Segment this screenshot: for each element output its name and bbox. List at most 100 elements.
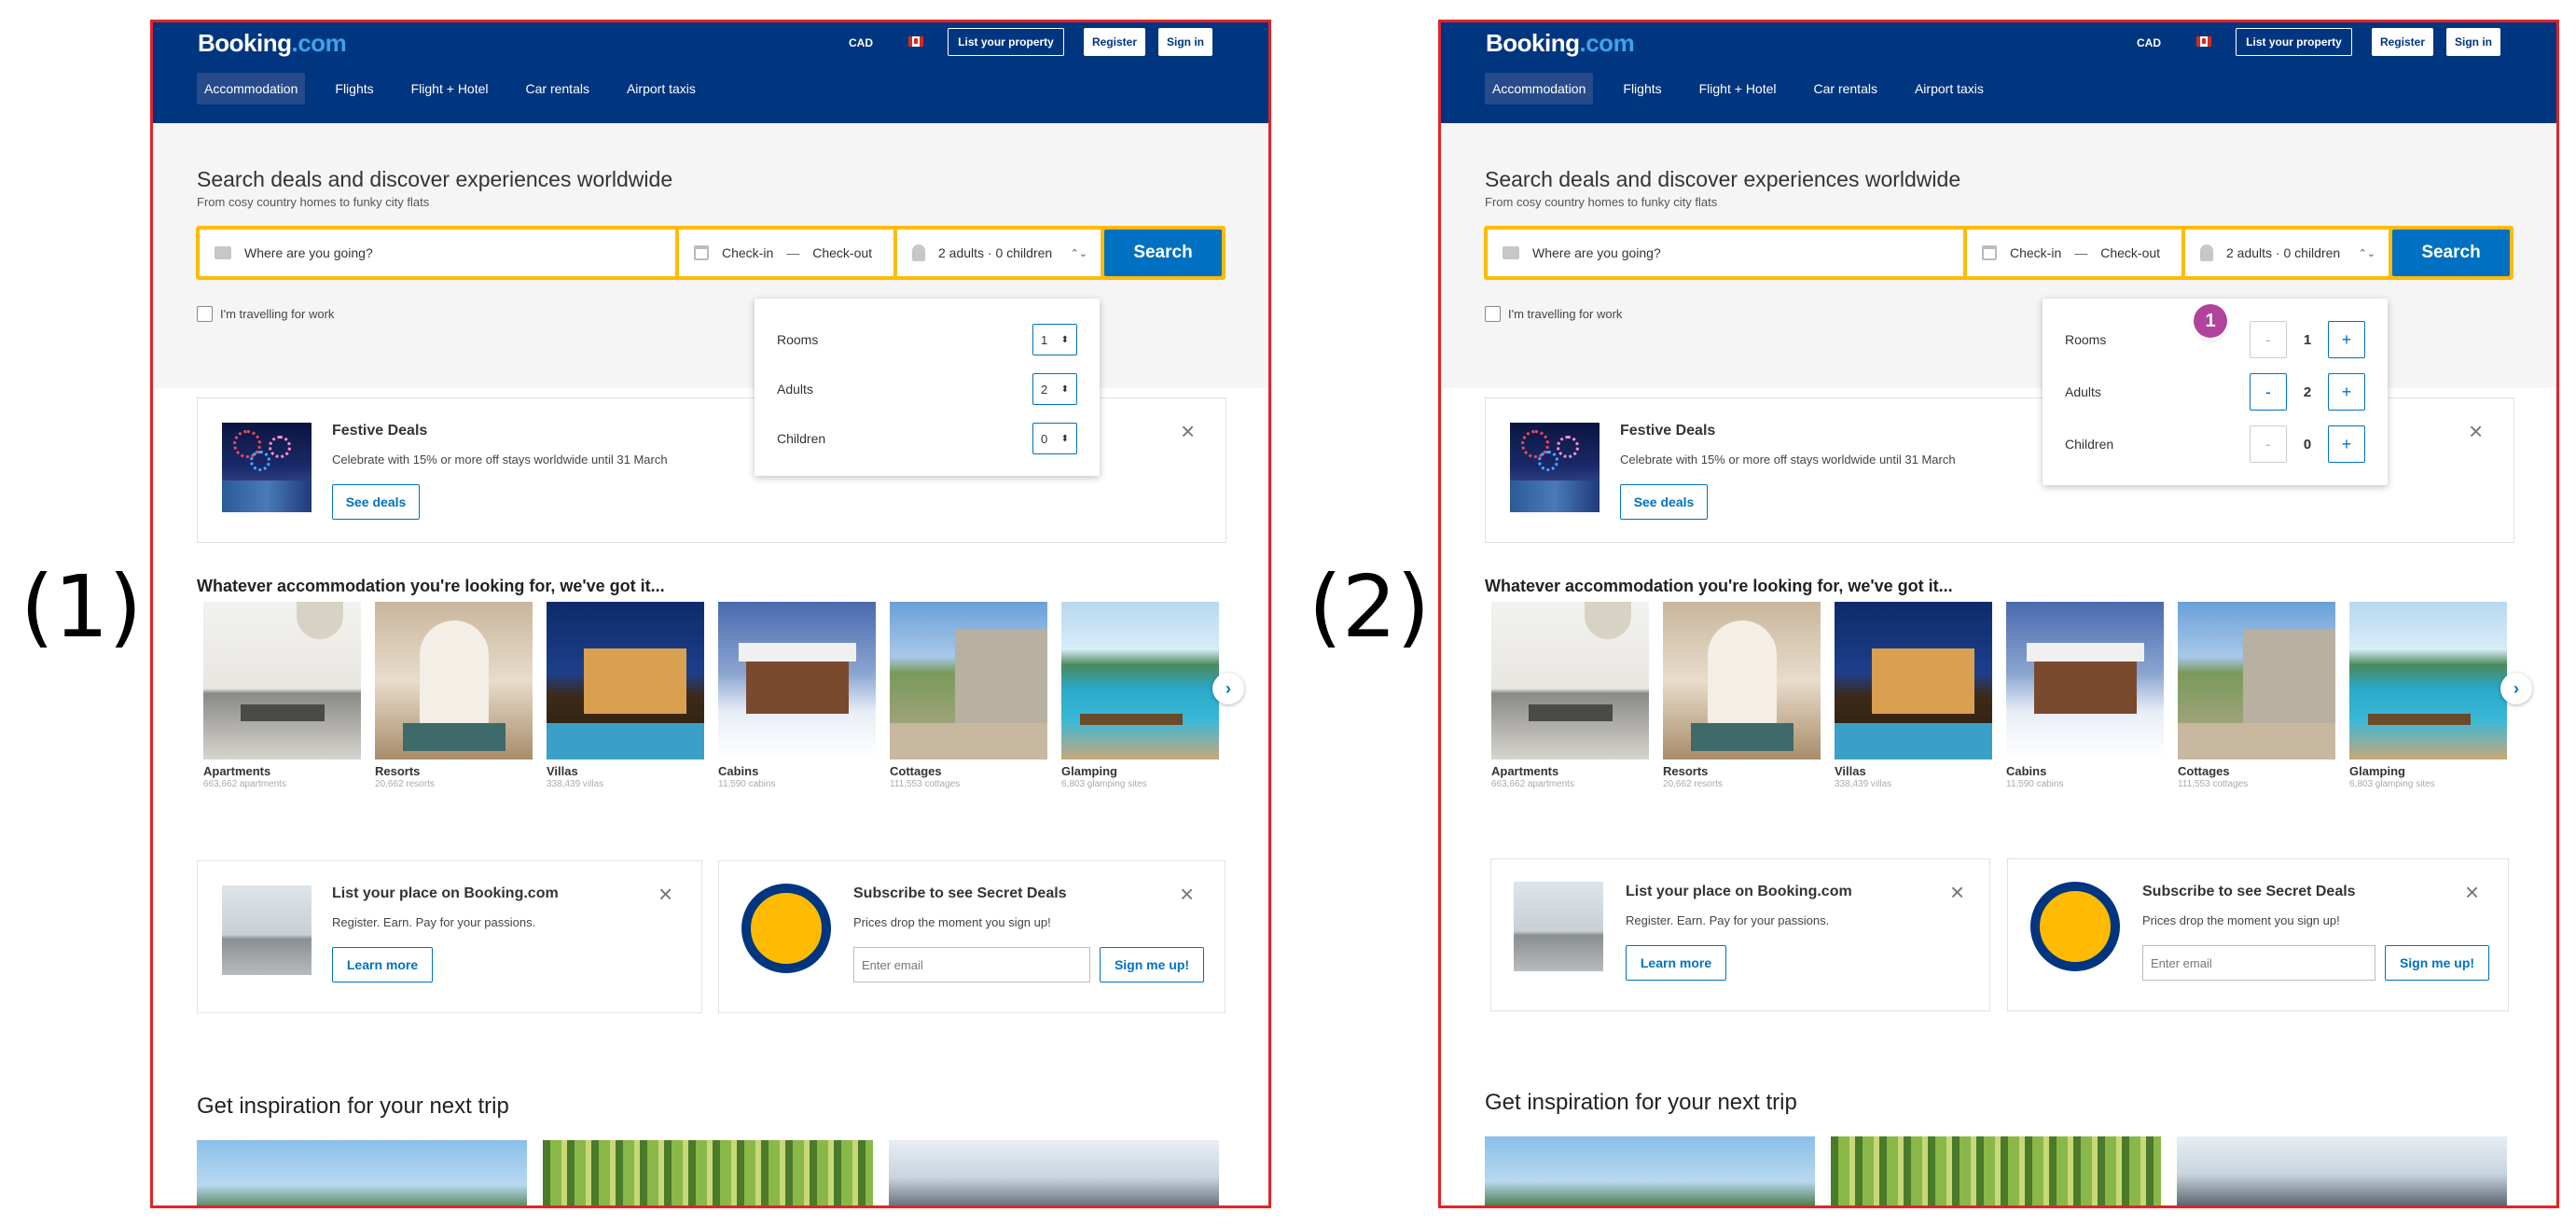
nav-accommodation[interactable]: Accommodation xyxy=(197,73,306,104)
sign-up-button[interactable]: Sign me up! xyxy=(2385,945,2489,981)
nav-flight-hotel[interactable]: Flight + Hotel xyxy=(404,73,496,104)
calendar-icon xyxy=(1982,245,1997,260)
currency-selector[interactable]: CAD xyxy=(2137,36,2161,49)
accommodation-type-card[interactable]: Villas 338,439 villas xyxy=(547,602,704,789)
resorts-image xyxy=(375,602,533,759)
nav-airport-taxis[interactable]: Airport taxis xyxy=(619,73,703,104)
inspiration-image-bamboo[interactable] xyxy=(543,1140,873,1205)
rooms-decrease-button[interactable]: - xyxy=(2250,321,2287,358)
accommodation-type-card[interactable]: Resorts 20,662 resorts xyxy=(1663,602,1821,789)
accommodation-type-card[interactable]: Apartments 663,662 apartments xyxy=(1491,602,1649,789)
children-increase-button[interactable]: + xyxy=(2328,425,2365,463)
nav-car-rentals[interactable]: Car rentals xyxy=(519,73,597,104)
accommodation-type-card[interactable]: Cabins 11,590 cabins xyxy=(718,602,876,789)
inspiration-image-mountain[interactable] xyxy=(889,1140,1219,1205)
dates-field[interactable]: Check-in — Check-out xyxy=(679,230,893,276)
learn-more-button[interactable]: Learn more xyxy=(332,947,433,982)
guest-dropdown: 1 Rooms -1 + Adults -2 + Children -0 + xyxy=(2043,299,2388,485)
nav-accommodation[interactable]: Accommodation xyxy=(1485,73,1594,104)
accommodation-type-card[interactable]: Cottages 111,553 cottages xyxy=(2178,602,2335,789)
work-travel-checkbox[interactable] xyxy=(197,306,213,322)
type-name: Glamping xyxy=(1061,764,1117,778)
festive-text: Celebrate with 15% or more off stays wor… xyxy=(332,453,668,467)
nav-flights[interactable]: Flights xyxy=(1615,73,1669,104)
accommodation-type-card[interactable]: Villas 338,439 villas xyxy=(1835,602,1992,789)
sign-up-button[interactable]: Sign me up! xyxy=(1100,947,1204,982)
see-deals-button[interactable]: See deals xyxy=(332,484,420,520)
work-travel-option[interactable]: I'm travelling for work xyxy=(1485,306,1622,322)
close-icon[interactable]: × xyxy=(1180,882,1194,906)
accommodation-type-card[interactable]: Cabins 11,590 cabins xyxy=(2006,602,2164,789)
close-icon[interactable]: × xyxy=(1181,419,1195,443)
children-decrease-button[interactable]: - xyxy=(2250,425,2287,463)
booking-logo[interactable]: Booking.com xyxy=(1486,29,1635,58)
email-input[interactable]: Enter email xyxy=(853,947,1090,982)
chevron-updown-icon: ⌃⌄ xyxy=(2358,247,2375,259)
destination-field[interactable]: Where are you going? xyxy=(1488,230,1963,276)
destination-field[interactable]: Where are you going? xyxy=(200,230,675,276)
work-travel-checkbox[interactable] xyxy=(1485,306,1501,322)
adults-stepper: -2 + xyxy=(2250,373,2365,411)
nav-car-rentals[interactable]: Car rentals xyxy=(1807,73,1885,104)
dates-field[interactable]: Check-in — Check-out xyxy=(1967,230,2181,276)
living-room-image xyxy=(222,885,312,975)
close-icon[interactable]: × xyxy=(1950,880,1964,904)
accommodation-type-card[interactable]: Resorts 20,662 resorts xyxy=(375,602,533,789)
bed-icon xyxy=(1503,246,1519,259)
sign-in-button[interactable]: Sign in xyxy=(2446,28,2500,56)
header: Booking.com CAD List your property Regis… xyxy=(153,22,1268,123)
accommodation-type-card[interactable]: Glamping 6,803 glamping sites xyxy=(2349,602,2507,789)
inspiration-image-trees[interactable] xyxy=(1485,1136,1815,1205)
adults-decrease-button[interactable]: - xyxy=(2250,373,2287,411)
select-arrows-icon: ⬍ xyxy=(1060,334,1069,345)
inspiration-image-trees[interactable] xyxy=(197,1140,527,1205)
close-icon[interactable]: × xyxy=(658,882,672,906)
register-button[interactable]: Register xyxy=(1084,28,1145,56)
adults-increase-button[interactable]: + xyxy=(2328,373,2365,411)
search-button[interactable]: Search xyxy=(1104,230,1222,276)
email-input[interactable]: Enter email xyxy=(2142,945,2375,981)
rooms-increase-button[interactable]: + xyxy=(2328,321,2365,358)
currency-selector[interactable]: CAD xyxy=(849,36,873,49)
select-arrows-icon: ⬍ xyxy=(1060,383,1069,395)
guests-field[interactable]: 2 adults · 0 children ⌃⌄ xyxy=(897,230,1101,276)
accommodation-type-card[interactable]: Glamping 6,803 glamping sites xyxy=(1061,602,1219,789)
secret-deals-title: Subscribe to see Secret Deals xyxy=(853,885,1067,901)
type-count: 111,553 cottages xyxy=(2178,779,2249,789)
carousel-next-button[interactable]: › xyxy=(1212,673,1244,704)
search-button[interactable]: Search xyxy=(2392,230,2510,276)
list-property-button[interactable]: List your property xyxy=(2236,28,2352,56)
carousel-next-button[interactable]: › xyxy=(2500,673,2532,704)
nav-airport-taxis[interactable]: Airport taxis xyxy=(1907,73,1991,104)
glamping-image xyxy=(1061,602,1219,759)
accommodation-type-card[interactable]: Cottages 111,553 cottages xyxy=(890,602,1047,789)
rooms-select[interactable]: 1 ⬍ xyxy=(1032,324,1077,355)
booking-logo[interactable]: Booking.com xyxy=(198,29,347,58)
inspiration-image-mountain[interactable] xyxy=(2177,1136,2507,1205)
adults-row: Adults 2 ⬍ xyxy=(777,372,1077,406)
close-icon[interactable]: × xyxy=(2469,419,2483,443)
adults-select[interactable]: 2 ⬍ xyxy=(1032,373,1077,405)
children-select[interactable]: 0 ⬍ xyxy=(1032,423,1077,454)
learn-more-button[interactable]: Learn more xyxy=(1626,945,1726,981)
type-name: Villas xyxy=(1835,764,1866,778)
adults-label: Adults xyxy=(2065,384,2101,399)
list-property-button[interactable]: List your property xyxy=(948,28,1064,56)
guests-field[interactable]: 2 adults · 0 children ⌃⌄ xyxy=(2185,230,2389,276)
canada-flag-icon[interactable] xyxy=(908,36,923,47)
inspiration-image-bamboo[interactable] xyxy=(1831,1136,2161,1205)
canada-flag-icon[interactable] xyxy=(2196,36,2211,47)
logo-text: Booking xyxy=(198,29,292,57)
see-deals-button[interactable]: See deals xyxy=(1620,484,1708,520)
search-bar: Where are you going? Check-in — Check-out … xyxy=(196,226,1226,280)
search-hero: Search deals and discover experiences wo… xyxy=(1441,123,2556,388)
work-travel-option[interactable]: I'm travelling for work xyxy=(197,306,334,322)
close-icon[interactable]: × xyxy=(2465,880,2479,904)
panel-label-2: (2) xyxy=(1309,557,1431,657)
accommodation-type-card[interactable]: Apartments 663,662 apartments xyxy=(203,602,361,789)
type-count: 111,553 cottages xyxy=(890,779,961,789)
sign-in-button[interactable]: Sign in xyxy=(1158,28,1212,56)
nav-flights[interactable]: Flights xyxy=(327,73,381,104)
nav-flight-hotel[interactable]: Flight + Hotel xyxy=(1692,73,1784,104)
register-button[interactable]: Register xyxy=(2372,28,2433,56)
